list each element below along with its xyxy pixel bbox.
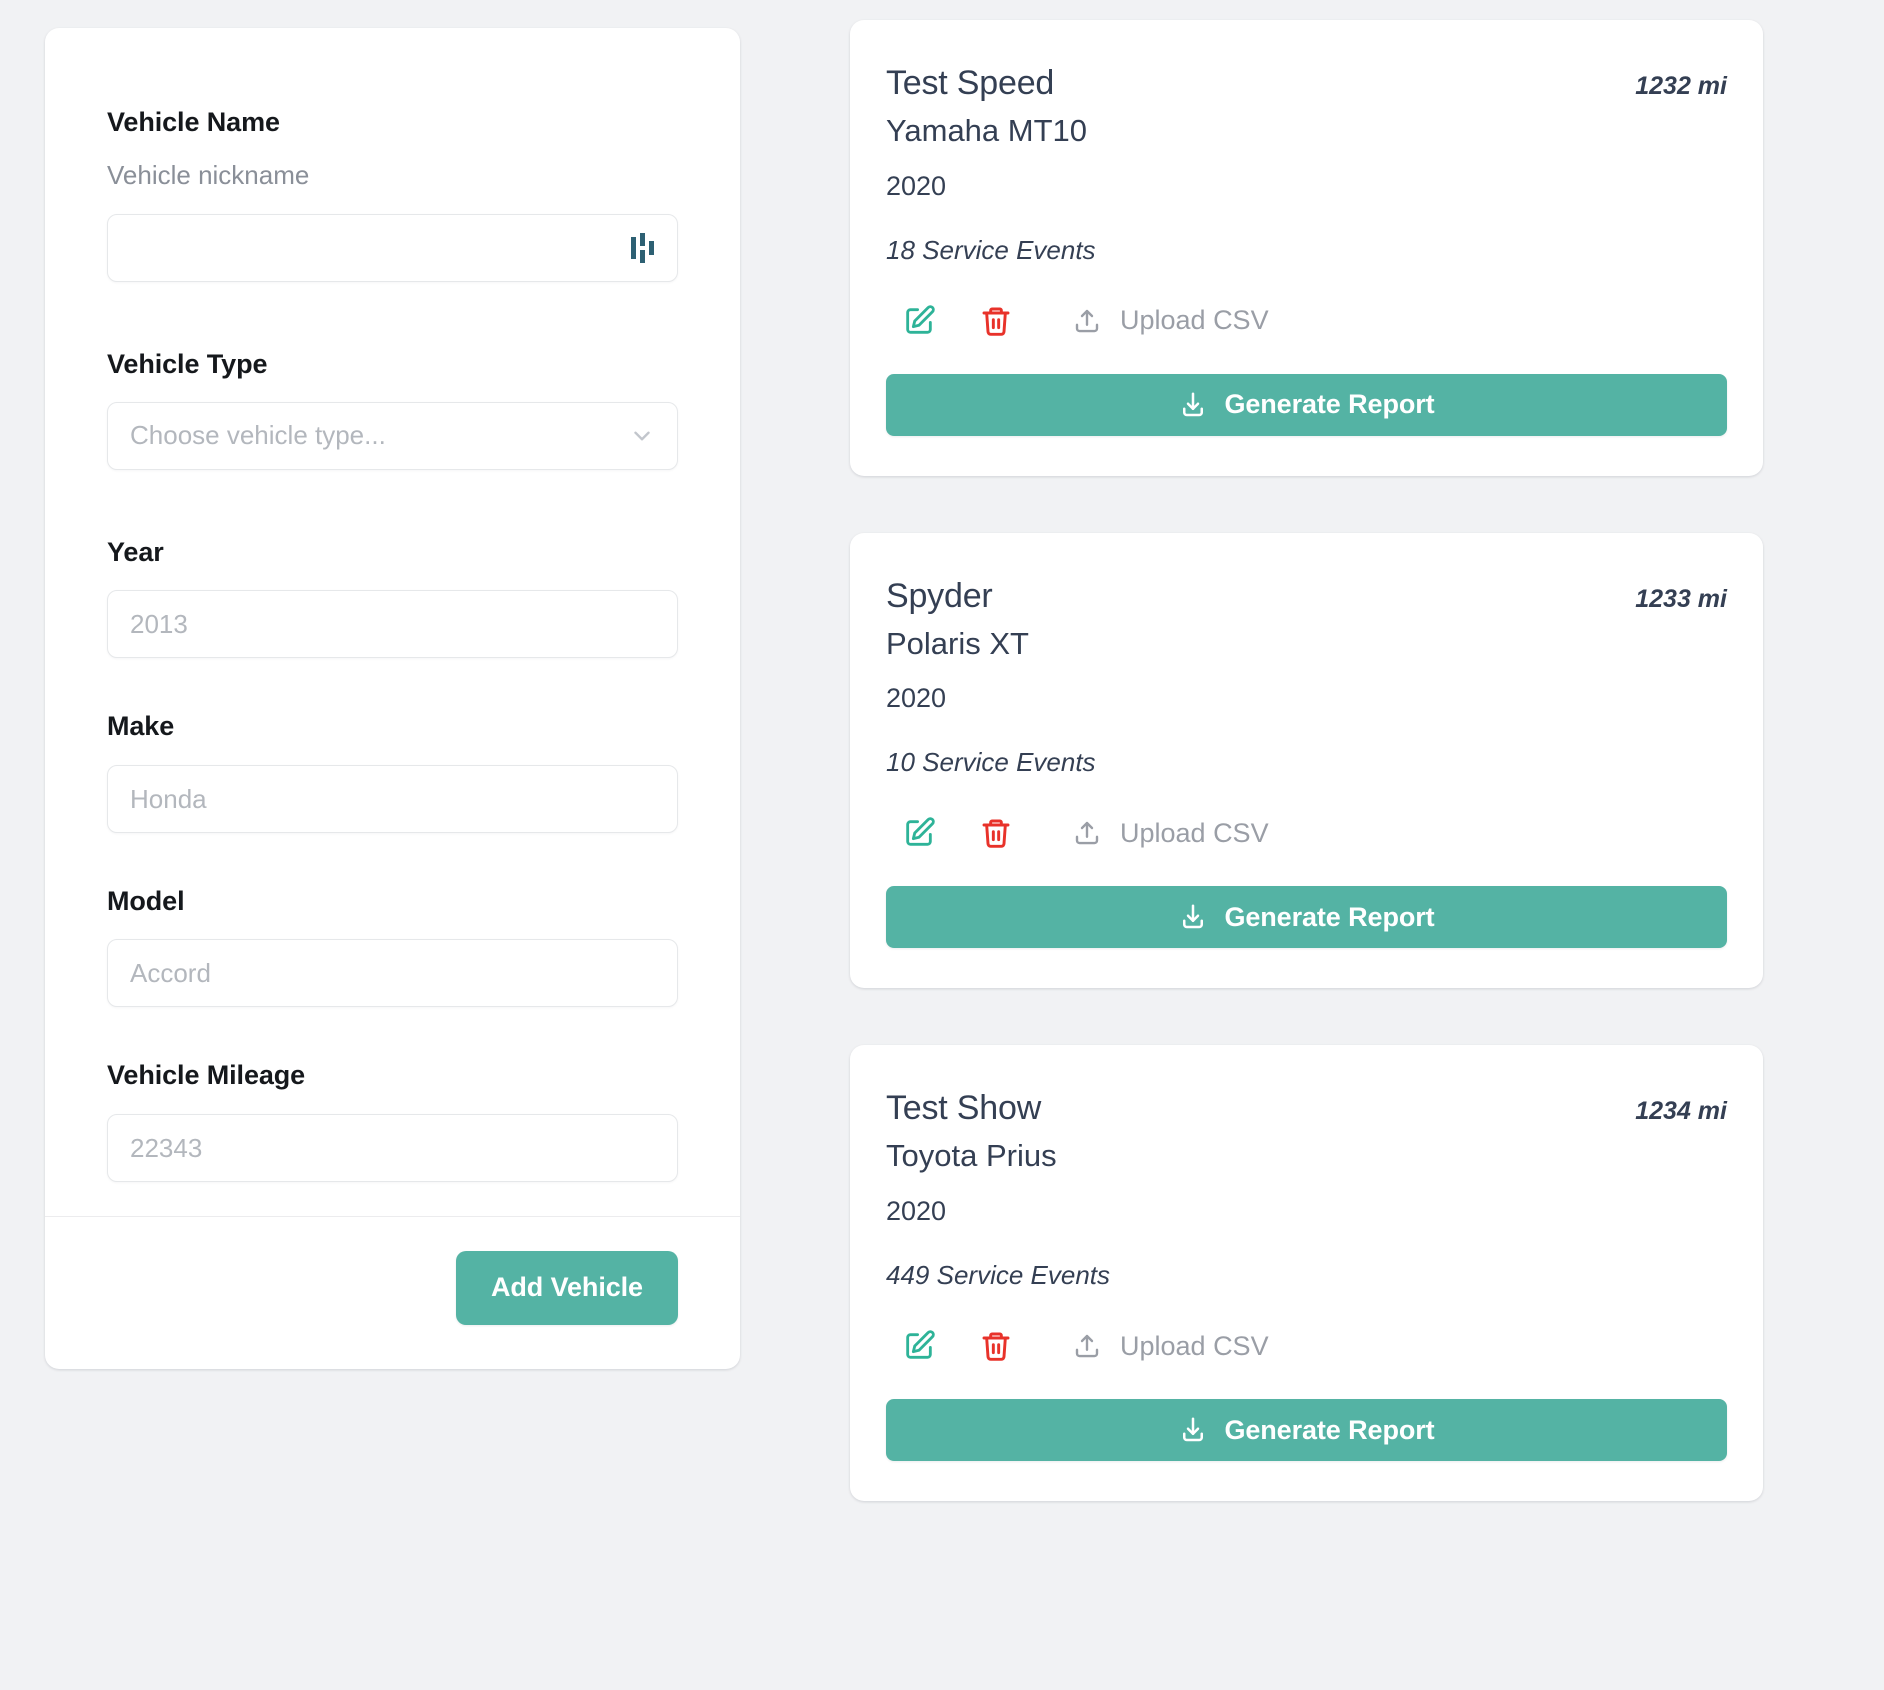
vehicle-type-placeholder: Choose vehicle type... [130, 420, 386, 451]
vehicle-type-select[interactable]: Choose vehicle type... [107, 401, 678, 470]
vehicle-mileage-label: Vehicle Mileage [107, 1060, 306, 1091]
upload-csv-button[interactable]: Upload CSV [1072, 306, 1269, 336]
vehicle-year: 2020 [886, 170, 947, 201]
vehicle-card-header: Test Show 1234 mi [886, 1089, 1727, 1128]
vehicle-name-label: Vehicle Name [107, 107, 280, 137]
vehicle-card-actions: Upload CSV [886, 1329, 1727, 1363]
year-input[interactable]: 2013 [107, 590, 678, 659]
upload-csv-button[interactable]: Upload CSV [1072, 1331, 1269, 1361]
vehicle-service-events: 18 Service Events [886, 234, 1096, 265]
vehicle-mileage-placeholder: 22343 [130, 1132, 203, 1163]
field-vehicle-type: Vehicle Type Choose vehicle type... [107, 348, 678, 470]
upload-csv-label: Upload CSV [1120, 817, 1269, 848]
vehicle-card-actions: Upload CSV [886, 816, 1727, 850]
model-label: Model [107, 885, 185, 916]
vehicle-make-model: Toyota Prius [886, 1138, 1057, 1174]
add-vehicle-button[interactable]: Add Vehicle [456, 1250, 678, 1325]
upload-icon [1072, 818, 1102, 848]
generate-report-button[interactable]: Generate Report [886, 886, 1727, 949]
model-input[interactable]: Accord [107, 939, 678, 1008]
field-vehicle-name: Vehicle Name Vehicle nickname [107, 106, 678, 282]
make-input[interactable]: Honda [107, 764, 678, 833]
trash-icon[interactable] [980, 1329, 1012, 1363]
year-label: Year [107, 536, 164, 567]
model-input-placeholder: Accord [130, 958, 211, 989]
vehicle-card-header: Spyder 1233 mi [886, 577, 1727, 616]
field-make: Make Honda [107, 710, 678, 833]
vehicle-make-model: Yamaha MT10 [886, 113, 1088, 149]
trash-icon[interactable] [980, 304, 1012, 338]
vehicle-type-label: Vehicle Type [107, 348, 268, 379]
field-year: Year 2013 [107, 536, 678, 659]
vehicle-card: Spyder 1233 mi Polaris XT 2020 10 Servic… [850, 532, 1763, 989]
edit-pencil-icon[interactable] [902, 816, 936, 850]
generate-report-button[interactable]: Generate Report [886, 373, 1727, 436]
chevron-down-icon [629, 423, 655, 449]
make-input-placeholder: Honda [130, 783, 207, 814]
trash-icon[interactable] [980, 816, 1012, 850]
generate-report-label: Generate Report [1224, 1414, 1435, 1445]
download-icon [1178, 390, 1208, 420]
upload-csv-button[interactable]: Upload CSV [1072, 818, 1269, 848]
vehicle-make-model: Polaris XT [886, 625, 1029, 661]
vehicle-name: Test Speed [886, 64, 1055, 102]
vehicle-year: 2020 [886, 683, 947, 714]
upload-csv-label: Upload CSV [1120, 1330, 1269, 1361]
generate-report-label: Generate Report [1224, 901, 1435, 932]
download-icon [1178, 902, 1208, 932]
vehicle-year: 2020 [886, 1196, 947, 1227]
add-vehicle-form-body: Vehicle Name Vehicle nickname Vehicle Ty… [45, 28, 740, 1216]
vehicle-name-input[interactable] [107, 213, 678, 282]
bars-icon [629, 232, 655, 263]
vehicle-mileage-input[interactable]: 22343 [107, 1113, 678, 1182]
upload-icon [1072, 306, 1102, 336]
vehicle-name: Test Show [886, 1089, 1042, 1128]
field-vehicle-mileage: Vehicle Mileage 22343 [107, 1059, 678, 1182]
edit-pencil-icon[interactable] [902, 1329, 936, 1363]
vehicle-card: Test Speed 1232 mi Yamaha MT10 2020 18 S… [850, 20, 1763, 476]
vehicle-mileage-badge: 1233 mi [1635, 584, 1727, 613]
year-input-placeholder: 2013 [130, 609, 188, 640]
vehicle-name: Spyder [886, 576, 993, 615]
add-vehicle-form-card: Vehicle Name Vehicle nickname Vehicle Ty… [45, 28, 740, 1369]
vehicle-mileage-badge: 1234 mi [1635, 1097, 1727, 1126]
edit-pencil-icon[interactable] [902, 304, 936, 338]
upload-icon [1072, 1331, 1102, 1361]
vehicle-service-events: 10 Service Events [886, 747, 1096, 778]
generate-report-label: Generate Report [1224, 389, 1435, 420]
vehicle-name-sublabel: Vehicle nickname [107, 160, 310, 191]
vehicle-mileage-badge: 1232 mi [1635, 72, 1727, 100]
field-model: Model Accord [107, 885, 678, 1008]
vehicle-cards-list: Test Speed 1232 mi Yamaha MT10 2020 18 S… [850, 20, 1763, 1502]
vehicle-service-events: 449 Service Events [886, 1260, 1111, 1291]
upload-csv-label: Upload CSV [1120, 305, 1269, 336]
vehicle-card-header: Test Speed 1232 mi [886, 64, 1727, 103]
download-icon [1178, 1415, 1208, 1445]
make-label: Make [107, 711, 175, 742]
add-vehicle-form-footer: Add Vehicle [45, 1217, 740, 1369]
vehicle-manager-page: Vehicle Name Vehicle nickname Vehicle Ty… [0, 0, 1884, 1690]
vehicle-card-actions: Upload CSV [886, 304, 1727, 338]
vehicle-card: Test Show 1234 mi Toyota Prius 2020 449 … [850, 1045, 1763, 1502]
generate-report-button[interactable]: Generate Report [886, 1399, 1727, 1462]
